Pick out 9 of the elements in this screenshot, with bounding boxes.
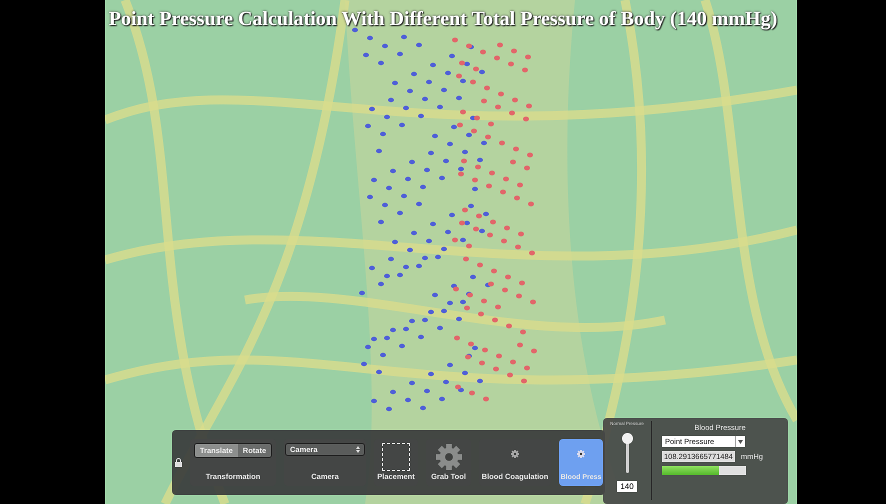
pressure-value-field[interactable]: 140 (617, 481, 637, 492)
gear-icon (576, 449, 586, 459)
gear-icon (510, 449, 520, 459)
stepper-icon (356, 446, 360, 453)
slider-thumb[interactable] (622, 432, 632, 444)
caret-icon (738, 440, 743, 444)
gear-icon (434, 443, 462, 471)
dashed-square-icon (382, 443, 410, 471)
video-title: Point Pressure Calculation With Different Total Pressure of Body (140 mmHg) (108, 8, 778, 31)
